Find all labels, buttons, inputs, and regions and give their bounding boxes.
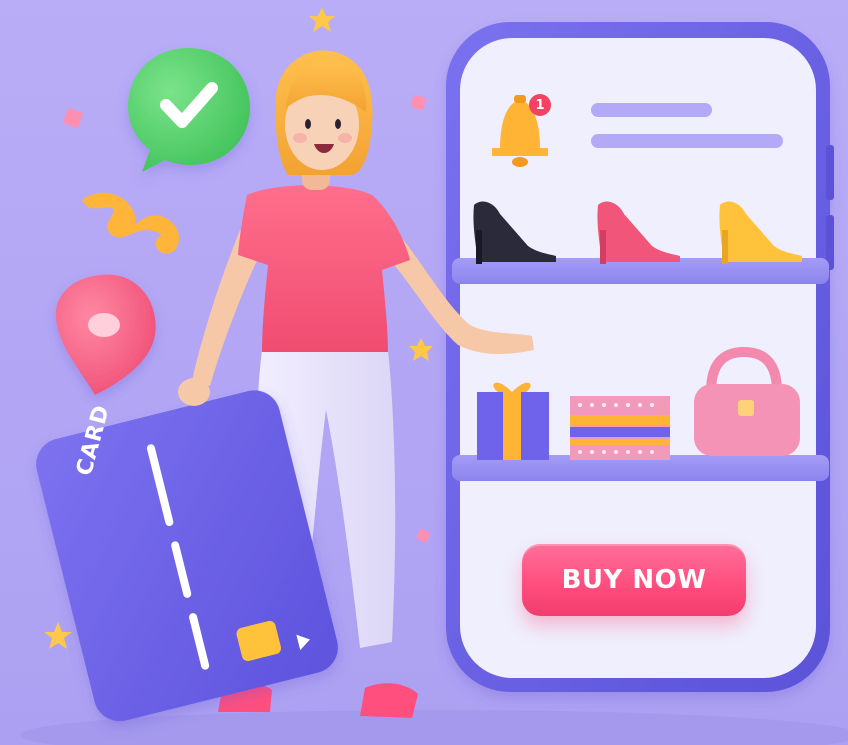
text-placeholder	[591, 134, 783, 148]
gift-box-item[interactable]	[477, 382, 549, 460]
illustration-scene	[0, 0, 848, 745]
hand	[178, 378, 210, 406]
text-placeholder	[591, 103, 712, 117]
buy-now-button[interactable]: BUY NOW	[522, 544, 746, 616]
patterned-box-item[interactable]	[570, 396, 670, 460]
notification-badge: 1	[529, 94, 551, 116]
